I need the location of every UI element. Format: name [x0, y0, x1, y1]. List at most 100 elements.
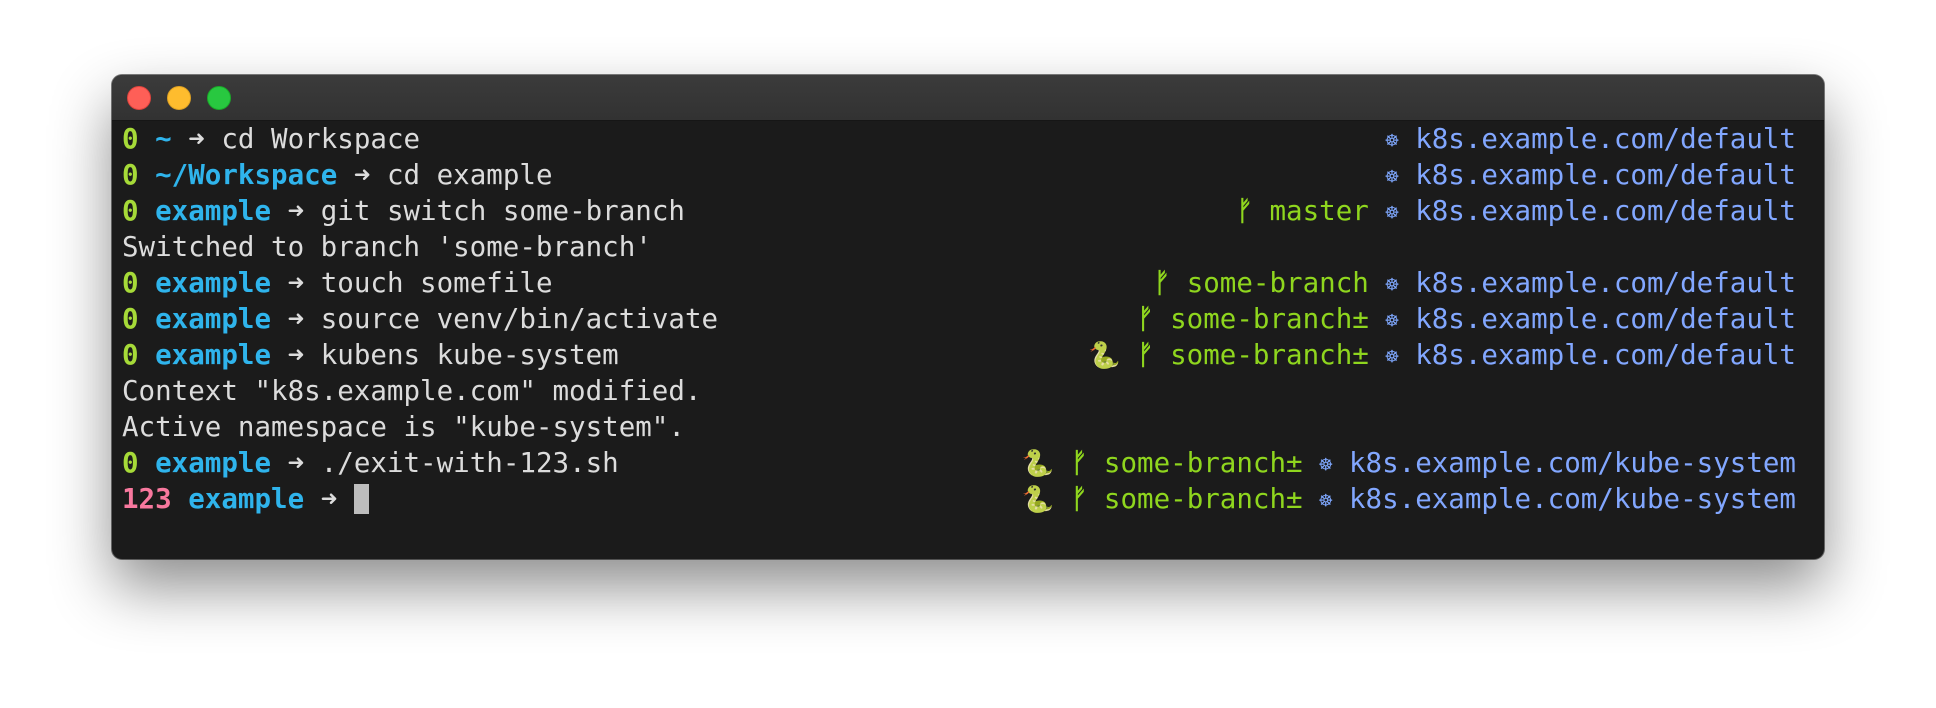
output-line: Active namespace is "kube-system".	[122, 409, 1796, 445]
current-directory: example	[155, 195, 272, 227]
git-branch-icon: ᚠ	[1070, 483, 1088, 515]
right-prompt: 🐍 ᚠ some-branch± ☸ k8s.example.com/kube-…	[1022, 481, 1796, 520]
current-directory: example	[155, 339, 272, 371]
exit-status: 0	[122, 123, 139, 155]
git-branch-name: some-branch±	[1103, 483, 1303, 515]
line-left: 0 example ➜ kubens kube-system	[122, 337, 619, 373]
current-directory: example	[188, 483, 305, 515]
python-snake-icon: 🐍	[1021, 449, 1055, 479]
right-prompt: ᚠ master ☸ k8s.example.com/default	[1236, 193, 1796, 232]
right-prompt: ☸ k8s.example.com/default	[1385, 121, 1796, 160]
command-text: cd example	[386, 159, 553, 191]
line-left: 0 example ➜ touch somefile	[122, 265, 553, 301]
kubernetes-helm-icon: ☸	[1385, 201, 1399, 226]
kube-context: k8s.example.com/default	[1415, 159, 1796, 191]
git-branch-name: some-branch	[1186, 267, 1369, 299]
line-left: 0 example ➜ git switch some-branch	[122, 193, 685, 229]
right-prompt: 🐍 ᚠ some-branch± ☸ k8s.example.com/kube-…	[1022, 445, 1796, 484]
command-output: Switched to branch 'some-branch'	[122, 231, 652, 263]
minimize-button[interactable]	[167, 86, 191, 110]
current-directory: example	[155, 303, 272, 335]
current-directory: example	[155, 447, 272, 479]
kubernetes-helm-icon: ☸	[1385, 309, 1399, 334]
prompt-arrow-icon: ➜	[287, 339, 305, 371]
prompt-line: 0 example ➜ ./exit-with-123.sh 🐍 ᚠ some-b…	[122, 445, 1796, 481]
output-line: Switched to branch 'some-branch'	[122, 229, 1796, 265]
kubernetes-helm-icon: ☸	[1385, 165, 1399, 190]
exit-status: 123	[122, 483, 172, 515]
right-prompt: 🐍 ᚠ some-branch± ☸ k8s.example.com/defau…	[1088, 337, 1796, 376]
line-left: 123 example ➜	[122, 481, 369, 517]
exit-status: 0	[122, 159, 139, 191]
line-left: 0 ~/Workspace ➜ cd example	[122, 157, 553, 193]
git-branch-icon: ᚠ	[1236, 195, 1253, 227]
command-text: git switch some-branch	[320, 195, 685, 227]
exit-status: 0	[122, 195, 139, 227]
kubernetes-helm-icon: ☸	[1319, 489, 1333, 514]
git-branch-name: some-branch±	[1103, 447, 1303, 479]
exit-status: 0	[122, 339, 139, 371]
close-button[interactable]	[127, 86, 151, 110]
terminal-output[interactable]: 0 ~ ➜ cd Workspace ☸ k8s.example.com/defa…	[122, 121, 1796, 517]
kube-context: k8s.example.com/default	[1415, 267, 1796, 299]
current-directory: ~/Workspace	[155, 159, 338, 191]
command-text: cd Workspace	[221, 123, 421, 155]
git-branch-icon: ᚠ	[1153, 267, 1171, 299]
prompt-arrow-icon: ➜	[188, 123, 205, 155]
command-text: touch somefile	[320, 267, 553, 299]
exit-status: 0	[122, 303, 139, 335]
python-snake-icon: 🐍	[1088, 341, 1121, 371]
prompt-arrow-icon: ➜	[353, 159, 371, 191]
right-prompt: ᚠ some-branch ☸ k8s.example.com/default	[1154, 265, 1796, 304]
kube-context: k8s.example.com/default	[1415, 195, 1796, 227]
zoom-button[interactable]	[207, 86, 231, 110]
git-branch-name: some-branch±	[1170, 339, 1369, 371]
prompt-arrow-icon: ➜	[287, 447, 305, 479]
exit-status: 0	[122, 267, 139, 299]
kube-context: k8s.example.com/default	[1415, 123, 1796, 155]
current-directory: example	[155, 267, 272, 299]
current-directory: ~	[155, 123, 172, 155]
text-cursor[interactable]	[353, 484, 369, 514]
command-output: Context "k8s.example.com" modified.	[122, 375, 702, 407]
git-branch-name: master	[1269, 195, 1369, 227]
git-branch-icon: ᚠ	[1137, 303, 1154, 335]
command-text: source venv/bin/activate	[320, 303, 719, 335]
kubernetes-helm-icon: ☸	[1319, 453, 1333, 478]
kube-context: k8s.example.com/kube-system	[1348, 483, 1796, 515]
prompt-arrow-icon: ➜	[287, 267, 305, 299]
kubernetes-helm-icon: ☸	[1385, 345, 1399, 370]
line-left: 0 ~ ➜ cd Workspace	[122, 121, 420, 157]
command-text: ./exit-with-123.sh	[320, 447, 619, 479]
right-prompt: ☸ k8s.example.com/default	[1385, 157, 1796, 196]
git-branch-name: some-branch±	[1170, 303, 1369, 335]
line-left: Context "k8s.example.com" modified.	[122, 373, 701, 409]
line-left: 0 example ➜ source venv/bin/activate	[122, 301, 718, 337]
prompt-line: 0 example ➜ git switch some-branch ᚠ mast…	[122, 193, 1796, 229]
line-left: Active namespace is "kube-system".	[122, 409, 685, 445]
python-snake-icon: 🐍	[1021, 485, 1055, 515]
prompt-line: 0 ~/Workspace ➜ cd example ☸ k8s.example.…	[122, 157, 1796, 193]
right-prompt: ᚠ some-branch± ☸ k8s.example.com/default	[1137, 301, 1796, 340]
git-branch-icon: ᚠ	[1137, 339, 1154, 371]
prompt-line: 0 example ➜ kubens kube-system 🐍 ᚠ some-b…	[122, 337, 1796, 373]
kube-context: k8s.example.com/default	[1415, 303, 1796, 335]
line-left: Switched to branch 'some-branch'	[122, 229, 652, 265]
title-bar	[112, 75, 1824, 121]
line-left: 0 example ➜ ./exit-with-123.sh	[122, 445, 619, 481]
prompt-line: 0 example ➜ source venv/bin/activate ᚠ so…	[122, 301, 1796, 337]
kube-context: k8s.example.com/kube-system	[1348, 447, 1796, 479]
exit-status: 0	[122, 447, 139, 479]
prompt-arrow-icon: ➜	[287, 303, 305, 335]
terminal-window: 0 ~ ➜ cd Workspace ☸ k8s.example.com/defa…	[112, 75, 1824, 559]
prompt-arrow-icon: ➜	[320, 483, 338, 515]
kubernetes-helm-icon: ☸	[1385, 129, 1399, 154]
command-text: kubens kube-system	[320, 339, 619, 371]
kube-context: k8s.example.com/default	[1415, 339, 1796, 371]
output-line: Context "k8s.example.com" modified.	[122, 373, 1796, 409]
git-branch-icon: ᚠ	[1070, 447, 1088, 479]
kubernetes-helm-icon: ☸	[1385, 273, 1399, 298]
prompt-line: 0 ~ ➜ cd Workspace ☸ k8s.example.com/defa…	[122, 121, 1796, 157]
prompt-arrow-icon: ➜	[287, 195, 305, 227]
prompt-line: 0 example ➜ touch somefile ᚠ some-branch …	[122, 265, 1796, 301]
